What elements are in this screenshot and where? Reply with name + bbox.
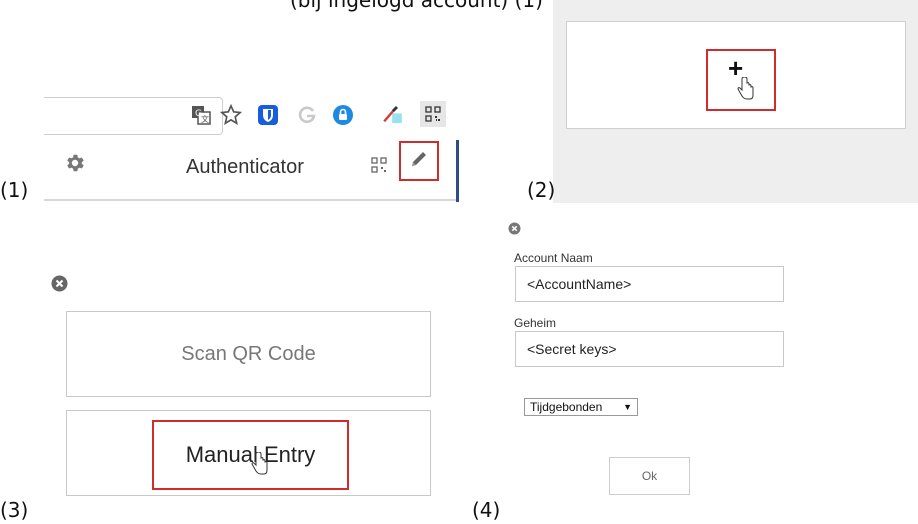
bitwarden-icon[interactable] xyxy=(256,103,280,127)
translate-icon[interactable]: G文 xyxy=(189,103,213,127)
account-name-field[interactable]: <AccountName> xyxy=(515,266,784,302)
ok-button[interactable]: Ok xyxy=(609,457,690,495)
pencil-icon xyxy=(409,149,429,174)
hand-cursor-icon xyxy=(250,451,270,481)
eyedropper-icon[interactable] xyxy=(381,103,405,127)
step-label-2: (2) xyxy=(527,178,556,202)
panel-divider xyxy=(44,199,456,201)
panel-edge xyxy=(456,140,459,202)
edit-button[interactable] xyxy=(399,141,439,181)
close-icon[interactable] xyxy=(51,275,68,292)
step-label-4: (4) xyxy=(472,498,501,522)
app-title: Authenticator xyxy=(186,156,304,178)
step-label-1: (1) xyxy=(0,178,29,202)
type-select[interactable]: Tijdgebonden ▼ xyxy=(524,398,638,416)
close-icon[interactable] xyxy=(508,222,521,235)
secret-field[interactable]: <Secret keys> xyxy=(515,331,784,367)
g-icon[interactable] xyxy=(295,103,319,127)
star-icon[interactable] xyxy=(219,103,243,127)
secret-label: Geheim xyxy=(514,316,557,330)
gear-icon[interactable] xyxy=(64,152,86,174)
lock-icon[interactable] xyxy=(331,103,355,127)
type-select-value: Tijdgebonden xyxy=(530,400,603,414)
step-label-3: (3) xyxy=(0,498,29,522)
dropdown-arrow-icon: ▼ xyxy=(623,402,632,412)
account-name-label: Account Naam xyxy=(514,251,593,265)
qr-scan-icon[interactable] xyxy=(371,157,387,173)
hand-cursor-icon xyxy=(736,76,756,106)
svg-text:文: 文 xyxy=(201,114,209,124)
add-button-highlight[interactable]: + xyxy=(706,49,776,111)
qr-extension-icon[interactable] xyxy=(420,101,446,127)
scan-qr-button[interactable]: Scan QR Code xyxy=(66,311,431,397)
top-caption: (bij ingelogd account) (1) xyxy=(290,0,543,12)
